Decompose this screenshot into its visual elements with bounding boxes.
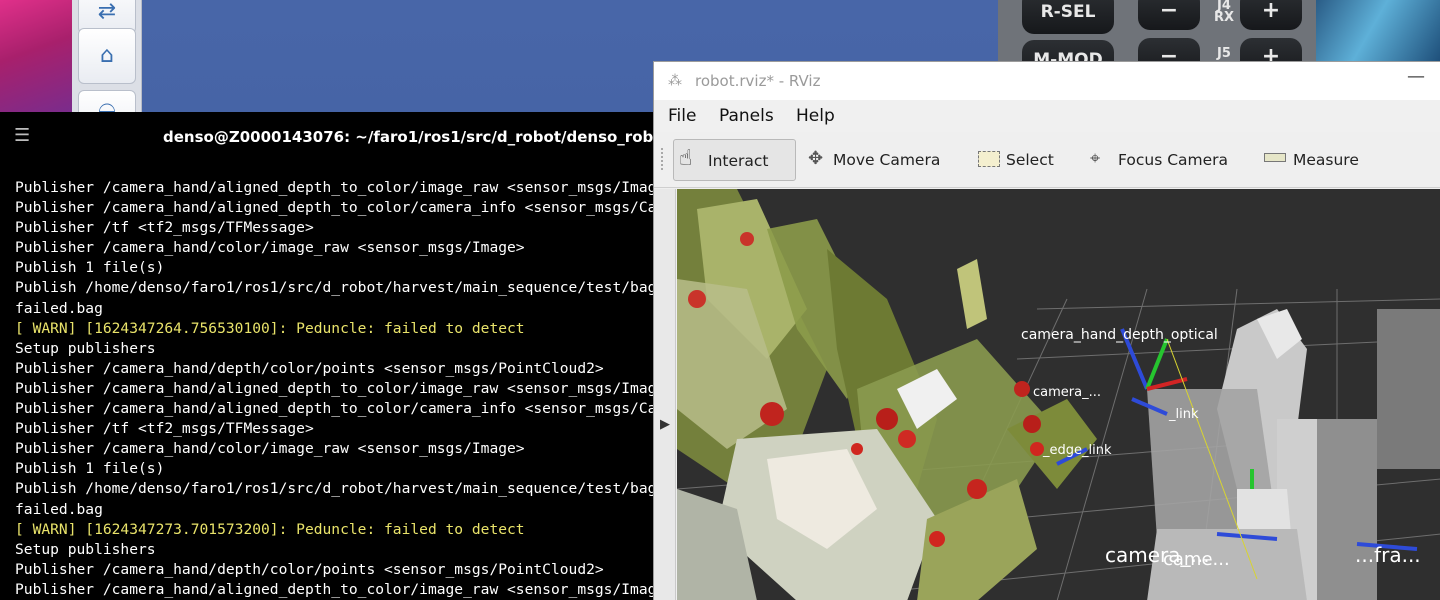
rviz-window[interactable]: ⁂ robot.rviz* - RViz — File Panels Help … — [653, 61, 1440, 600]
tool-interact-label: Interact — [708, 152, 769, 170]
tool-measure[interactable]: Measure — [1258, 139, 1368, 181]
home-icon: ⌂ — [100, 43, 114, 68]
terminal-line: Publisher /camera_hand/aligned_depth_to_… — [15, 199, 655, 217]
tool-interact[interactable]: ☝ Interact — [673, 139, 796, 181]
tool-move-camera-label: Move Camera — [833, 151, 941, 169]
terminal-warn-line: [ WARN] [1624347273.701573200]: Peduncle… — [15, 520, 525, 538]
terminal-line: Publish /home/denso/faro1/ros1/src/d_rob… — [15, 480, 655, 498]
terminal-line: Publisher /tf <tf2_msgs/TFMessage> — [15, 420, 314, 438]
tf-label-bottom-c: ...fra... — [1355, 543, 1421, 567]
rviz-app-icon: ⁂ — [668, 73, 682, 89]
pendant-key-rsel[interactable]: R-SEL — [1022, 0, 1114, 34]
pendant-side-panel: ⇄ ⌂ ⌓ — [72, 0, 142, 146]
tool-focus-camera-label: Focus Camera — [1118, 151, 1229, 169]
tool-focus-camera[interactable]: ⌖ Focus Camera — [1084, 139, 1240, 181]
terminal-line: Publisher /camera_hand/depth/color/point… — [15, 560, 604, 578]
tool-toolbar: ☝ Interact ✥ Move Camera Select ⌖ Focus … — [654, 132, 1440, 188]
terminal-line: Publish /home/denso/faro1/ros1/src/d_rob… — [15, 279, 655, 297]
terminal-line: failed.bag — [15, 500, 103, 518]
tool-select[interactable]: Select — [972, 139, 1062, 181]
tf-label-link-a: camera_... — [1033, 385, 1101, 400]
terminal-line: Publish 1 file(s) — [15, 259, 165, 277]
expand-arrow-icon[interactable]: ▶ — [660, 417, 670, 432]
wallpaper-photo — [1316, 0, 1440, 62]
tool-measure-label: Measure — [1293, 151, 1359, 169]
render-viewport[interactable]: camera_hand_depth_optical camera_... _li… — [677, 189, 1440, 600]
terminal-line: Publisher /tf <tf2_msgs/TFMessage> — [15, 219, 314, 237]
menu-file[interactable]: File — [668, 106, 696, 126]
terminal-line: Setup publishers — [15, 540, 156, 558]
focus-crosshair-icon: ⌖ — [1090, 148, 1101, 169]
minimize-button[interactable]: — — [1407, 66, 1425, 87]
terminal-line: Setup publishers — [15, 339, 156, 357]
pendant-key-plus[interactable]: + — [1240, 0, 1302, 30]
terminal-line: Publisher /camera_hand/color/image_raw <… — [15, 239, 525, 257]
terminal-line: Publisher /camera_hand/aligned_depth_to_… — [15, 580, 655, 598]
move-arrows-icon: ✥ — [808, 148, 824, 169]
pendant-key-minus[interactable]: − — [1138, 0, 1200, 30]
hand-pointer-icon: ☝ — [679, 146, 693, 171]
tf-label-bottom-b: came... — [1163, 549, 1230, 570]
rviz-titlebar[interactable]: ⁂ robot.rviz* - RViz — — [654, 62, 1440, 100]
ruler-icon — [1264, 153, 1286, 162]
tf-label-edge-link: _edge_link — [1043, 443, 1112, 458]
rviz-window-title: robot.rviz* - RViz — [695, 72, 821, 90]
menu-panels[interactable]: Panels — [719, 106, 774, 126]
terminal-line: Publish 1 file(s) — [15, 460, 165, 478]
terminal-title: denso@Z0000143076: ~/faro1/ros1/src/d_ro… — [163, 128, 696, 146]
terminal-line: Publisher /camera_hand/aligned_depth_to_… — [15, 379, 655, 397]
terminal-line: Publisher /camera_hand/aligned_depth_to_… — [15, 400, 655, 418]
menu-bar: File Panels Help — [654, 100, 1440, 132]
displays-panel-collapsed[interactable]: ▶ — [654, 189, 676, 600]
terminal-line: Publisher /camera_hand/depth/color/point… — [15, 359, 604, 377]
terminal-line: Publisher /camera_hand/aligned_depth_to_… — [15, 179, 655, 196]
terminal-warn-line: [ WARN] [1624347264.756530100]: Peduncle… — [15, 319, 525, 337]
tf-label-link-b: _link — [1169, 407, 1199, 422]
side-button-home[interactable]: ⌂ — [78, 28, 136, 84]
terminal-output[interactable]: Publisher /camera_hand/aligned_depth_to_… — [15, 178, 655, 600]
toolbar-grip[interactable] — [661, 148, 665, 170]
terminal-line: Publisher /camera_hand/color/image_raw <… — [15, 440, 525, 458]
terminal-line: failed.bag — [15, 299, 103, 317]
terminal-window[interactable]: ☰ denso@Z0000143076: ~/faro1/ros1/src/d_… — [0, 112, 696, 600]
wallpaper — [0, 0, 72, 112]
pendant-label-j4: J4 RX — [1213, 0, 1235, 25]
tool-move-camera[interactable]: ✥ Move Camera — [802, 139, 952, 181]
tf-label-depth-optical: camera_hand_depth_optical — [1021, 327, 1218, 343]
terminal-titlebar[interactable]: ☰ denso@Z0000143076: ~/faro1/ros1/src/d_… — [0, 112, 696, 162]
menu-help[interactable]: Help — [796, 106, 835, 126]
tool-select-label: Select — [1006, 151, 1054, 169]
selection-box-icon — [978, 151, 1000, 167]
arrow-icon: ⇄ — [97, 0, 117, 24]
hamburger-menu-icon[interactable]: ☰ — [14, 125, 30, 146]
